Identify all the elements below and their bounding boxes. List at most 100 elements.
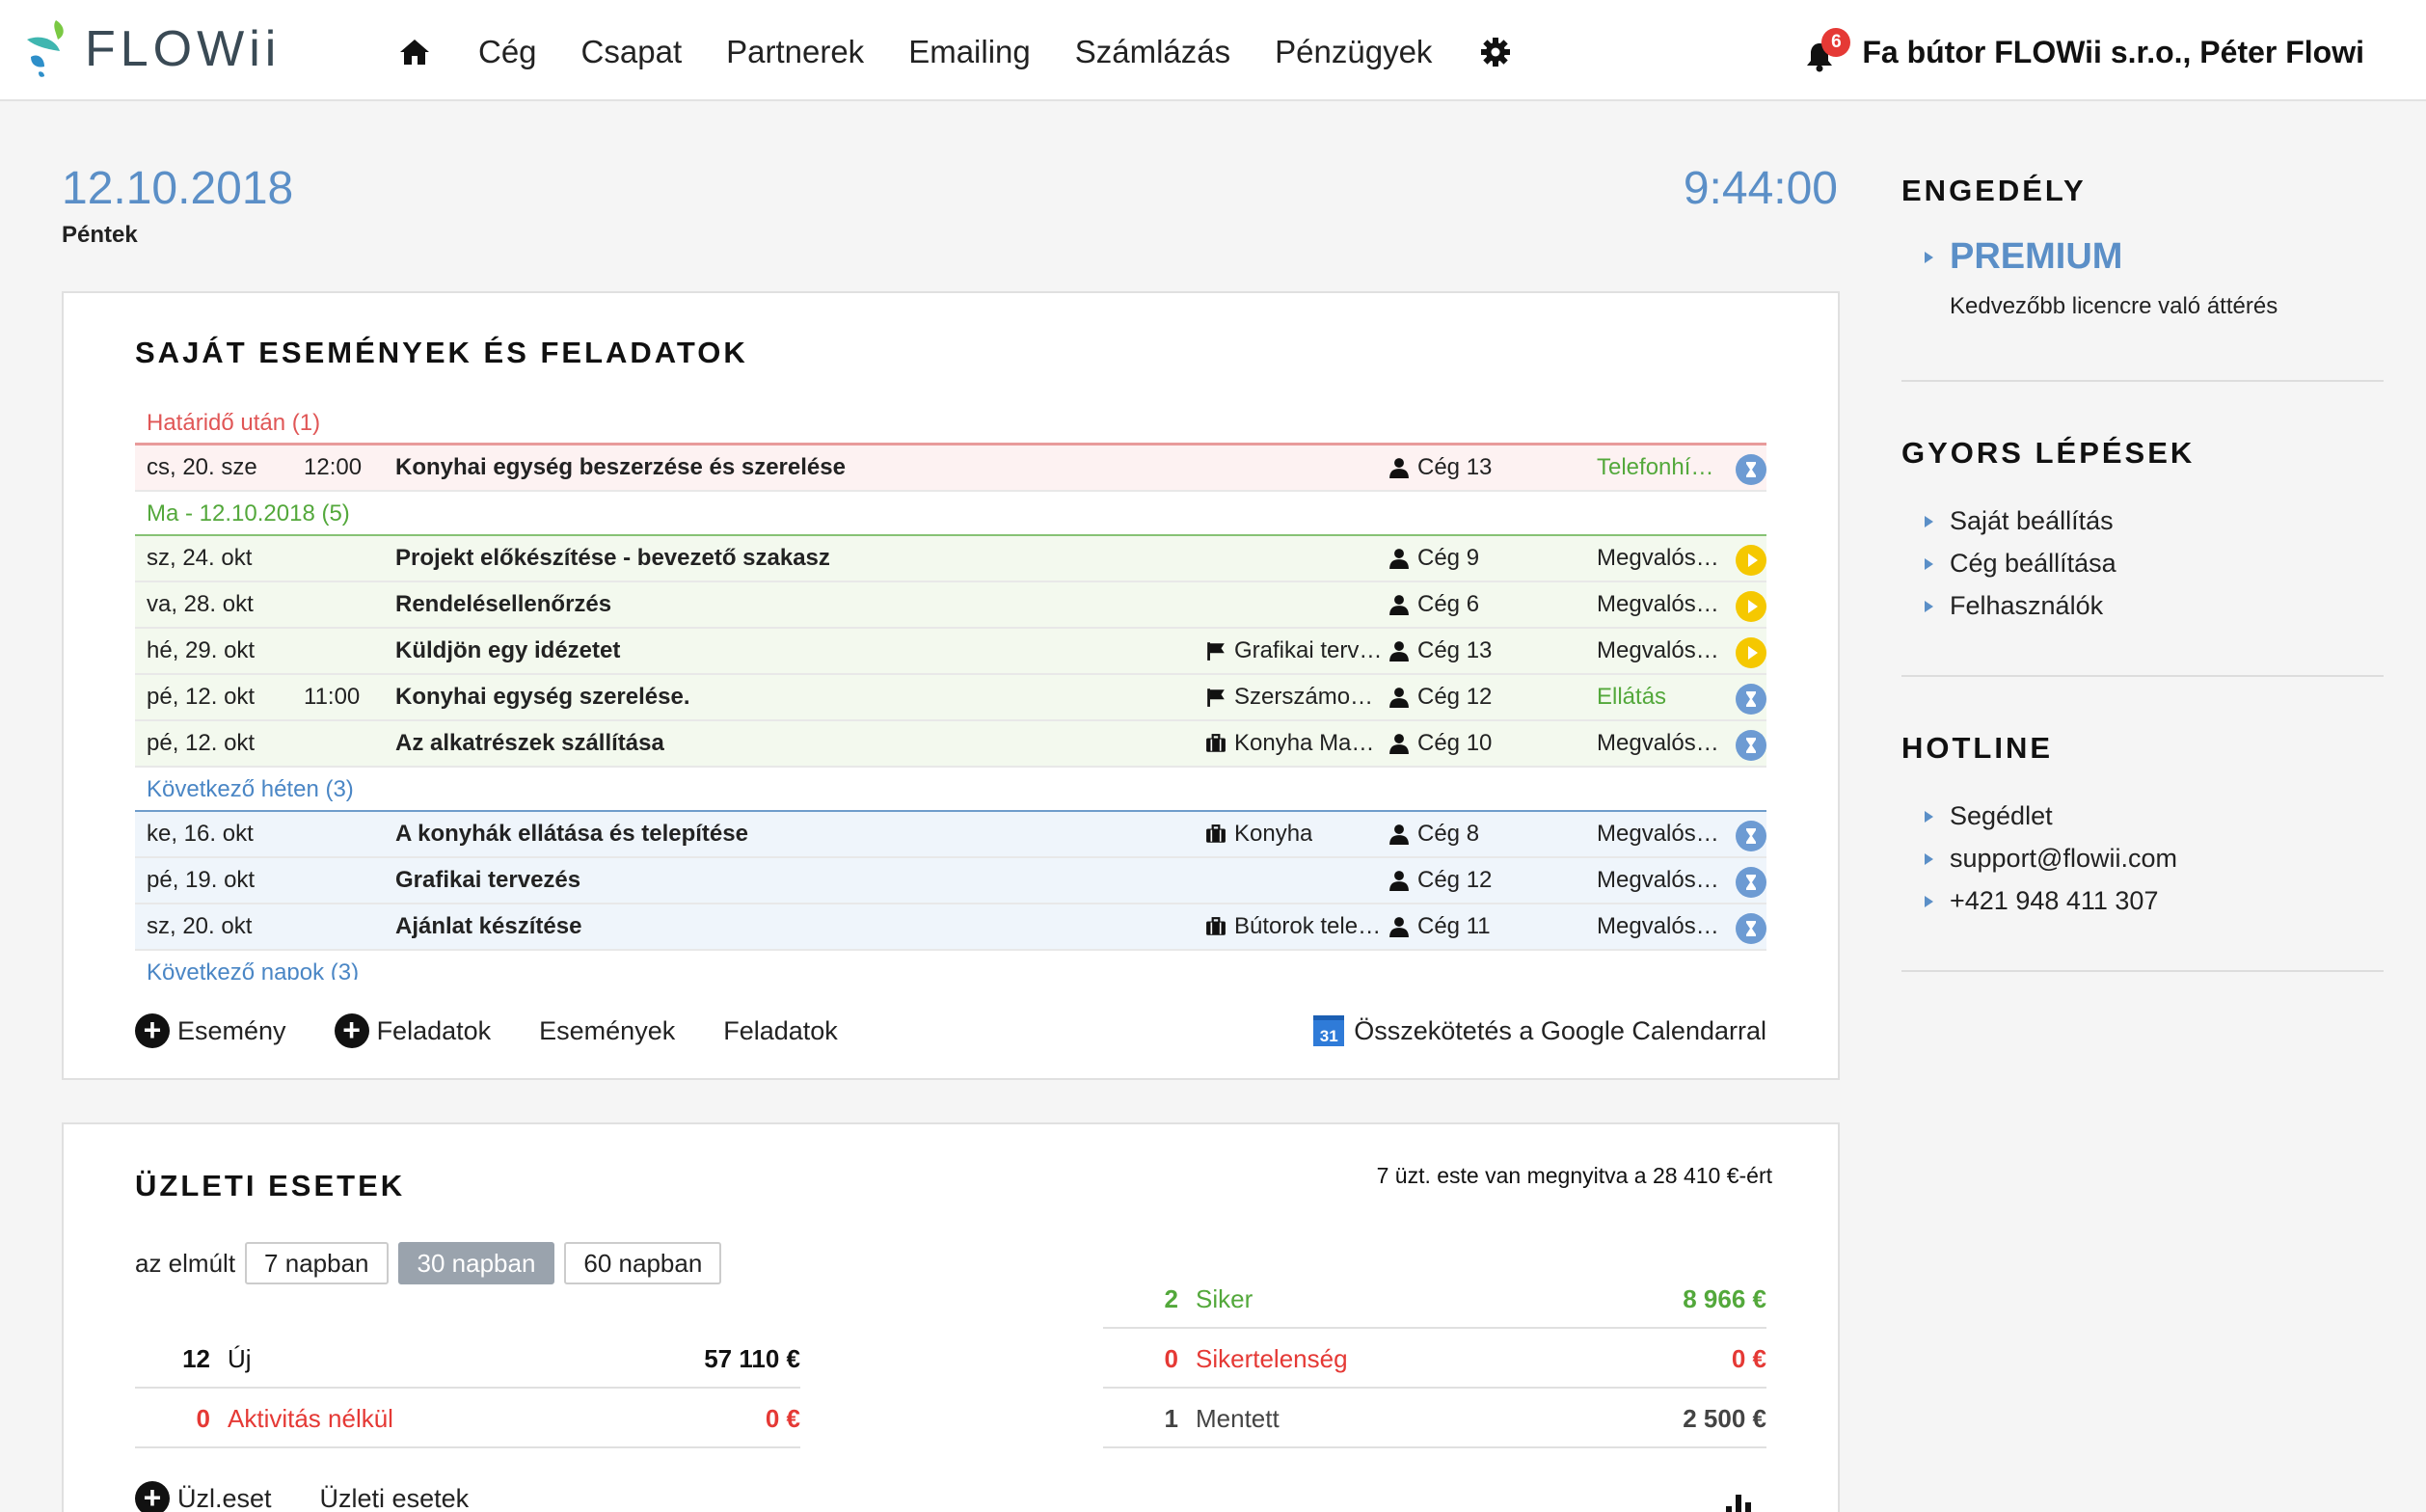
- stat-label: Új: [228, 1343, 252, 1373]
- nav-item-csapat[interactable]: Csapat: [581, 34, 683, 70]
- hourglass-icon[interactable]: [1736, 913, 1766, 944]
- task-company[interactable]: Cég 12: [1388, 858, 1492, 903]
- task-title[interactable]: Konyhai egység szerelése.: [395, 675, 689, 719]
- task-row[interactable]: cs, 20. sze 12:00 Konyhai egység beszerz…: [135, 446, 1766, 492]
- hourglass-icon[interactable]: [1736, 867, 1766, 898]
- task-status: Megvalósítás: [1597, 637, 1722, 663]
- task-project[interactable]: Szerszámok beszerzése: [1205, 675, 1384, 719]
- stat-count: 0: [196, 1403, 210, 1433]
- task-company[interactable]: Cég 11: [1388, 904, 1491, 949]
- period-30-days-button[interactable]: 30 napban: [397, 1242, 555, 1284]
- task-title[interactable]: Grafikai tervezés: [395, 858, 580, 903]
- task-title[interactable]: Ajánlat készítése: [395, 904, 581, 949]
- task-row[interactable]: sz, 20. okt Ajánlat készítése Bútorok te…: [135, 904, 1766, 951]
- stat-failure[interactable]: 0 Sikertelenség 0 €: [1103, 1331, 1766, 1389]
- task-title[interactable]: Konyhai egység beszerzése és szerelése: [395, 446, 846, 490]
- gear-icon[interactable]: [1476, 33, 1515, 71]
- play-icon[interactable]: [1736, 591, 1766, 622]
- plus-circle-icon: +: [135, 1481, 170, 1512]
- briefcase-icon: [1206, 917, 1226, 935]
- task-company[interactable]: Cég 9: [1388, 536, 1479, 580]
- quick-link-company-settings[interactable]: Cég beállítása: [1925, 542, 2384, 584]
- group-header-today[interactable]: Ma - 12.10.2018 (5): [135, 492, 1766, 536]
- task-project[interactable]: Grafikai tervezés: [1205, 629, 1384, 673]
- task-company[interactable]: Cég 12: [1388, 675, 1492, 719]
- flowii-logo[interactable]: FLOWii: [23, 15, 281, 83]
- task-row[interactable]: pé, 19. okt Grafikai tervezés Cég 12 Meg…: [135, 858, 1766, 904]
- task-row[interactable]: sz, 24. okt Projekt előkészítése - bevez…: [135, 536, 1766, 582]
- period-selector: az elmúlt 7 napban 30 napban 60 napban: [135, 1242, 731, 1284]
- hotline-link-help[interactable]: Segédlet: [1925, 795, 2384, 837]
- stat-inactive[interactable]: 0 Aktivitás nélkül 0 €: [135, 1390, 800, 1448]
- nav-item-partnerek[interactable]: Partnerek: [726, 34, 864, 70]
- stat-new[interactable]: 12 Új 57 110 €: [135, 1331, 800, 1389]
- add-task-button[interactable]: + Feladatok: [334, 1013, 491, 1048]
- quick-link-users[interactable]: Felhasználók: [1925, 584, 2384, 627]
- play-icon[interactable]: [1736, 545, 1766, 576]
- nav-item-emailing[interactable]: Emailing: [908, 34, 1031, 70]
- hourglass-icon[interactable]: [1736, 730, 1766, 761]
- tasks-link[interactable]: Feladatok: [723, 1016, 838, 1046]
- task-project[interactable]: Konyha: [1205, 812, 1384, 856]
- group-header-overdue[interactable]: Határidő után (1): [135, 401, 1766, 446]
- section-title: ENGEDÉLY: [1901, 174, 2087, 207]
- hotline-link-email[interactable]: support@flowii.com: [1925, 837, 2384, 879]
- task-project[interactable]: Konyha Magasfényű: [1205, 721, 1384, 766]
- top-bar: FLOWii Cég Csapat Partnerek Emailing Szá…: [0, 0, 2426, 101]
- task-title[interactable]: Az alkatrészek szállítása: [395, 721, 664, 766]
- nav-item-szamlazas[interactable]: Számlázás: [1075, 34, 1230, 70]
- stat-value: 57 110 €: [704, 1343, 800, 1373]
- quick-link-own-settings[interactable]: Saját beállítás: [1925, 500, 2384, 542]
- task-title[interactable]: Rendelésellenőrzés: [395, 582, 611, 627]
- task-title[interactable]: Küldjön egy idézetet: [395, 629, 620, 673]
- company-name: Cég 10: [1417, 730, 1493, 756]
- task-row[interactable]: ke, 16. okt A konyhák ellátása és telepí…: [135, 812, 1766, 858]
- triangle-right-icon: [1925, 558, 1933, 570]
- premium-plan-link[interactable]: PREMIUM: [1925, 230, 2384, 284]
- task-company[interactable]: Cég 6: [1388, 582, 1479, 627]
- company-name: Cég 6: [1417, 591, 1480, 617]
- task-row[interactable]: pé, 12. okt Az alkatrészek szállítása Ko…: [135, 721, 1766, 768]
- task-title[interactable]: A konyhák ellátása és telepítése: [395, 812, 748, 856]
- account-name[interactable]: Fa bútor FLOWii s.r.o., Péter Flowi: [1862, 35, 2364, 70]
- task-title[interactable]: Projekt előkészítése - bevezető szakasz: [395, 536, 830, 580]
- nav-item-penzugyek[interactable]: Pénzügyek: [1275, 34, 1432, 70]
- cases-summary: 7 üzt. este van megnyitva a 28 410 €-ért: [1376, 1163, 1772, 1188]
- group-header-next-days[interactable]: Következő napok (3): [135, 951, 1766, 980]
- stat-saved[interactable]: 1 Mentett 2 500 €: [1103, 1390, 1766, 1448]
- google-calendar-connect-link[interactable]: 31 Összekötetés a Google Calendarral: [1313, 1007, 1766, 1055]
- task-company[interactable]: Cég 8: [1388, 812, 1479, 856]
- stat-success[interactable]: 2 Siker 8 966 €: [1103, 1271, 1766, 1329]
- project-name: Bútorok telepítése: [1234, 913, 1384, 939]
- task-company[interactable]: Cég 13: [1388, 629, 1492, 673]
- stat-count: 12: [182, 1343, 210, 1373]
- period-60-days-button[interactable]: 60 napban: [564, 1242, 722, 1284]
- task-row[interactable]: va, 28. okt Rendelésellenőrzés Cég 6 Meg…: [135, 582, 1766, 629]
- notifications-button[interactable]: 6: [1806, 28, 1851, 76]
- hourglass-icon[interactable]: [1736, 821, 1766, 851]
- task-company[interactable]: Cég 10: [1388, 721, 1492, 766]
- hourglass-icon[interactable]: [1736, 684, 1766, 715]
- task-row[interactable]: hé, 29. okt Küldjön egy idézetet Grafika…: [135, 629, 1766, 675]
- stat-count: 1: [1164, 1403, 1178, 1433]
- hourglass-icon[interactable]: [1736, 454, 1766, 485]
- add-business-case-button[interactable]: + Üzl.eset: [135, 1481, 272, 1512]
- bar-chart-icon[interactable]: [1722, 1489, 1757, 1512]
- task-company[interactable]: Cég 13: [1388, 446, 1492, 490]
- period-7-days-button[interactable]: 7 napban: [245, 1242, 389, 1284]
- group-header-next-week[interactable]: Következő héten (3): [135, 768, 1766, 812]
- plus-circle-icon: +: [135, 1013, 170, 1048]
- task-project[interactable]: Bútorok telepítése: [1205, 904, 1384, 949]
- home-icon[interactable]: [395, 33, 434, 71]
- task-status: Megvalósítás: [1597, 730, 1722, 756]
- play-icon[interactable]: [1736, 637, 1766, 668]
- hotline-link-phone[interactable]: +421 948 411 307: [1925, 879, 2384, 922]
- task-row[interactable]: pé, 12. okt 11:00 Konyhai egység szerelé…: [135, 675, 1766, 721]
- add-event-button[interactable]: + Esemény: [135, 1013, 286, 1048]
- triangle-right-icon: [1925, 853, 1933, 865]
- task-list[interactable]: Határidő után (1) cs, 20. sze 12:00 Kony…: [135, 401, 1766, 980]
- events-link[interactable]: Események: [539, 1016, 675, 1046]
- business-cases-link[interactable]: Üzleti esetek: [320, 1484, 470, 1512]
- nav-item-ceg[interactable]: Cég: [478, 34, 537, 70]
- project-name: Szerszámok beszerzése: [1234, 684, 1384, 710]
